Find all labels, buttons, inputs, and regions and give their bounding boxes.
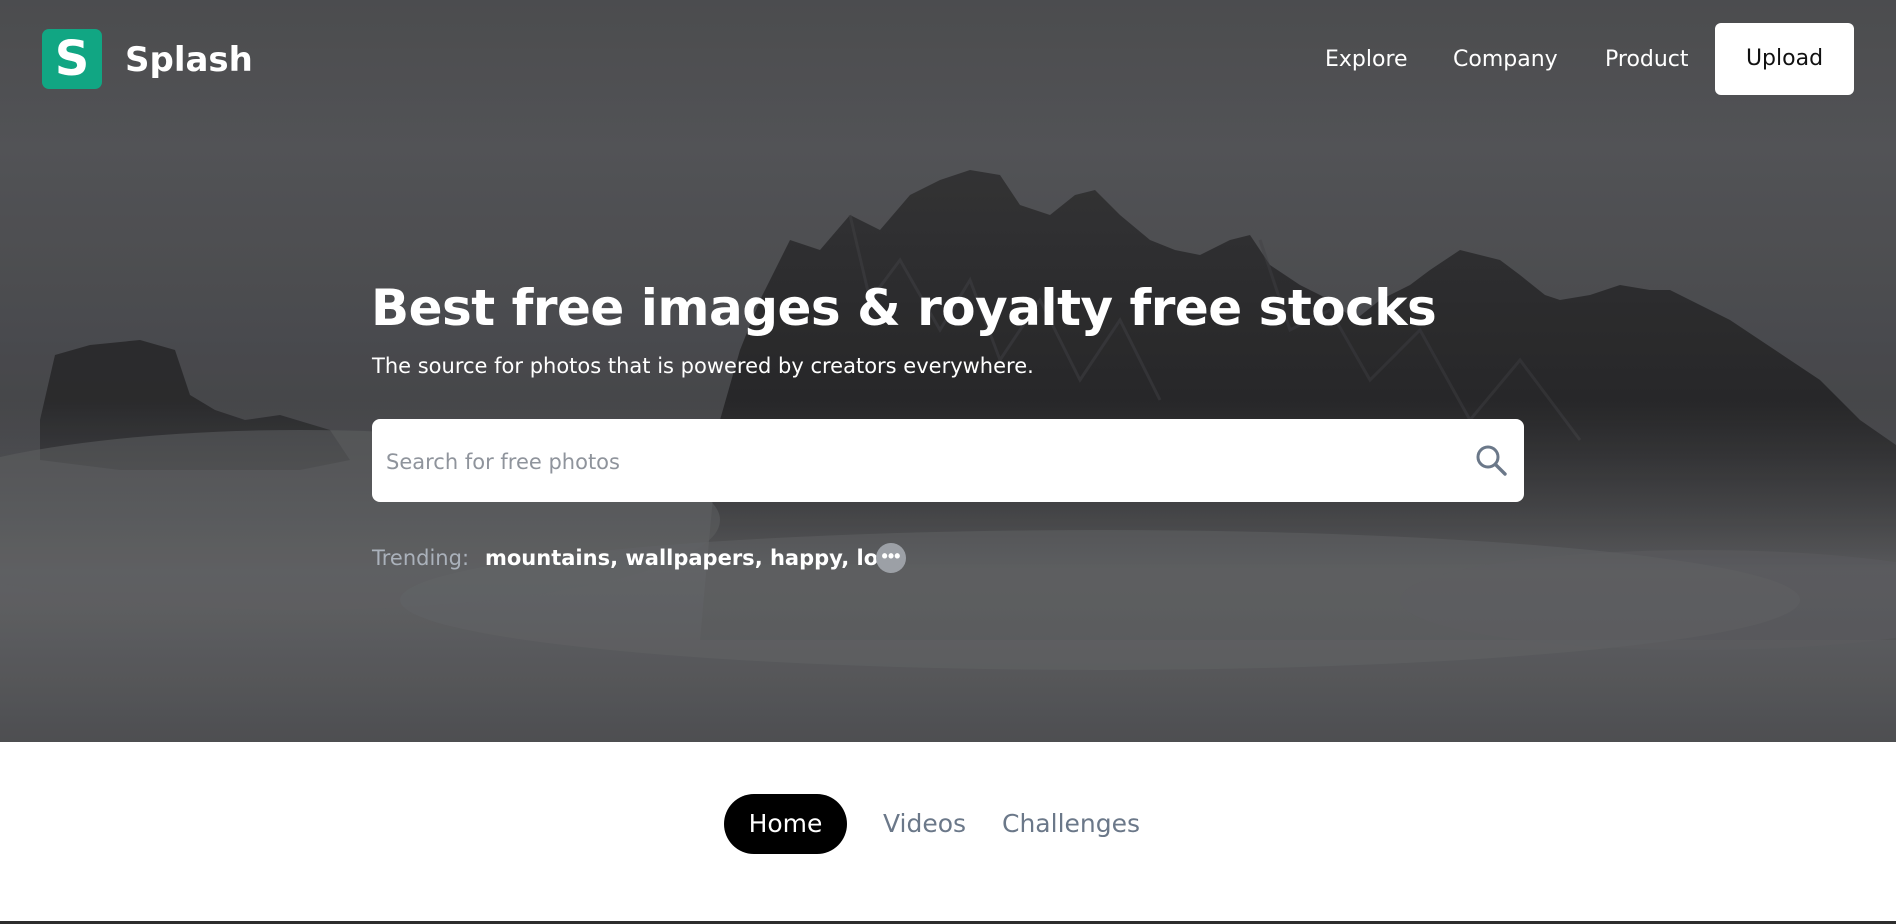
search-icon[interactable] — [1472, 441, 1512, 481]
trending-tag[interactable]: mountains — [485, 546, 610, 570]
ellipsis-icon[interactable]: ••• — [876, 543, 906, 573]
trending-tag[interactable]: wallpapers — [625, 546, 754, 570]
tab-videos[interactable]: Videos — [883, 794, 966, 854]
splash-logo-icon[interactable]: S — [42, 29, 102, 89]
tab-challenges[interactable]: Challenges — [1002, 794, 1140, 854]
trending-tag[interactable]: happy — [770, 546, 841, 570]
hero-section: S Splash Explore Company Product Upload … — [0, 0, 1896, 742]
search-bar — [372, 419, 1524, 504]
hero-subtitle: The source for photos that is powered by… — [372, 354, 1034, 378]
tab-home[interactable]: Home — [724, 794, 847, 854]
trending-tags: mountains, wallpapers, happy, love — [485, 542, 906, 574]
nav-product[interactable]: Product — [1605, 40, 1689, 80]
nav-company[interactable]: Company — [1453, 40, 1558, 80]
search-input[interactable] — [384, 419, 1448, 504]
brand-name[interactable]: Splash — [125, 38, 253, 82]
nav-explore[interactable]: Explore — [1325, 40, 1408, 80]
upload-button[interactable]: Upload — [1715, 23, 1854, 95]
hero-title: Best free images & royalty free stocks — [371, 279, 1437, 337]
trending-label: Trending: — [372, 546, 470, 570]
